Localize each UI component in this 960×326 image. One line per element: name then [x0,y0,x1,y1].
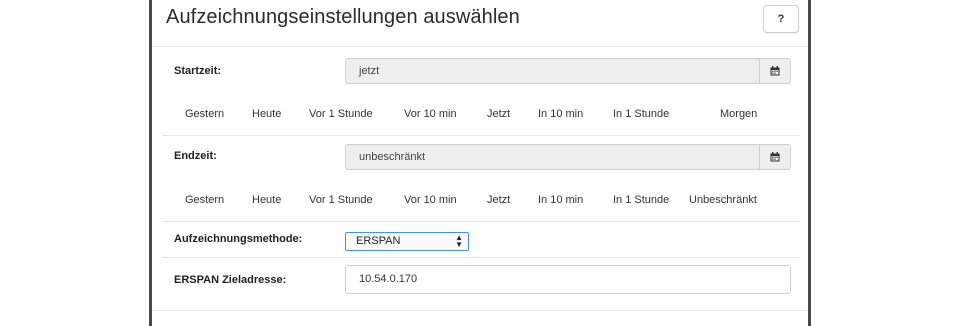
start-time-label: Startzeit: [174,65,222,77]
divider [162,135,800,136]
end-quick-options: Gestern Heute Vor 1 Stunde Vor 10 min Je… [152,194,808,208]
start-quick-vor-1-stunde[interactable]: Vor 1 Stunde [309,108,373,120]
end-quick-jetzt[interactable]: Jetzt [487,194,510,206]
end-quick-vor-1-stunde[interactable]: Vor 1 Stunde [309,194,373,206]
start-quick-jetzt[interactable]: Jetzt [487,108,510,120]
start-quick-gestern[interactable]: Gestern [185,108,224,120]
divider [162,257,800,258]
recording-method-select[interactable]: ERSPAN ▲ ▼ [345,232,469,251]
end-quick-vor-10-min[interactable]: Vor 10 min [404,194,457,206]
calendar-icon [770,66,780,76]
end-quick-unbeschraenkt[interactable]: Unbeschränkt [689,194,757,206]
start-time-calendar-button[interactable] [759,58,791,84]
start-quick-options: Gestern Heute Vor 1 Stunde Vor 10 min Je… [152,108,808,122]
end-quick-in-10-min[interactable]: In 10 min [538,194,583,206]
recording-method-label: Aufzeichnungsmethode: [174,233,303,245]
divider [152,310,808,311]
recording-settings-dialog: Aufzeichnungseinstellungen auswählen ? S… [149,0,811,326]
dialog-header: Aufzeichnungseinstellungen auswählen ? [152,0,808,47]
start-quick-in-1-stunde[interactable]: In 1 Stunde [613,108,669,120]
end-time-input[interactable]: unbeschränkt [345,144,759,170]
end-time-calendar-button[interactable] [759,144,791,170]
select-arrows-icon: ▲ ▼ [455,233,463,249]
divider [162,221,800,222]
start-time-input[interactable]: jetzt [345,58,759,84]
end-quick-heute[interactable]: Heute [252,194,281,206]
start-quick-vor-10-min[interactable]: Vor 10 min [404,108,457,120]
calendar-icon [770,152,780,162]
erspan-target-input[interactable]: 10.54.0.170 [345,265,791,294]
end-quick-in-1-stunde[interactable]: In 1 Stunde [613,194,669,206]
dialog-title: Aufzeichnungseinstellungen auswählen [166,6,520,28]
recording-method-value: ERSPAN [356,235,401,247]
end-time-label: Endzeit: [174,150,217,162]
start-quick-heute[interactable]: Heute [252,108,281,120]
help-button[interactable]: ? [763,5,799,33]
start-quick-morgen[interactable]: Morgen [720,108,757,120]
end-quick-gestern[interactable]: Gestern [185,194,224,206]
start-quick-in-10-min[interactable]: In 10 min [538,108,583,120]
erspan-target-label: ERSPAN Zieladresse: [174,274,287,286]
